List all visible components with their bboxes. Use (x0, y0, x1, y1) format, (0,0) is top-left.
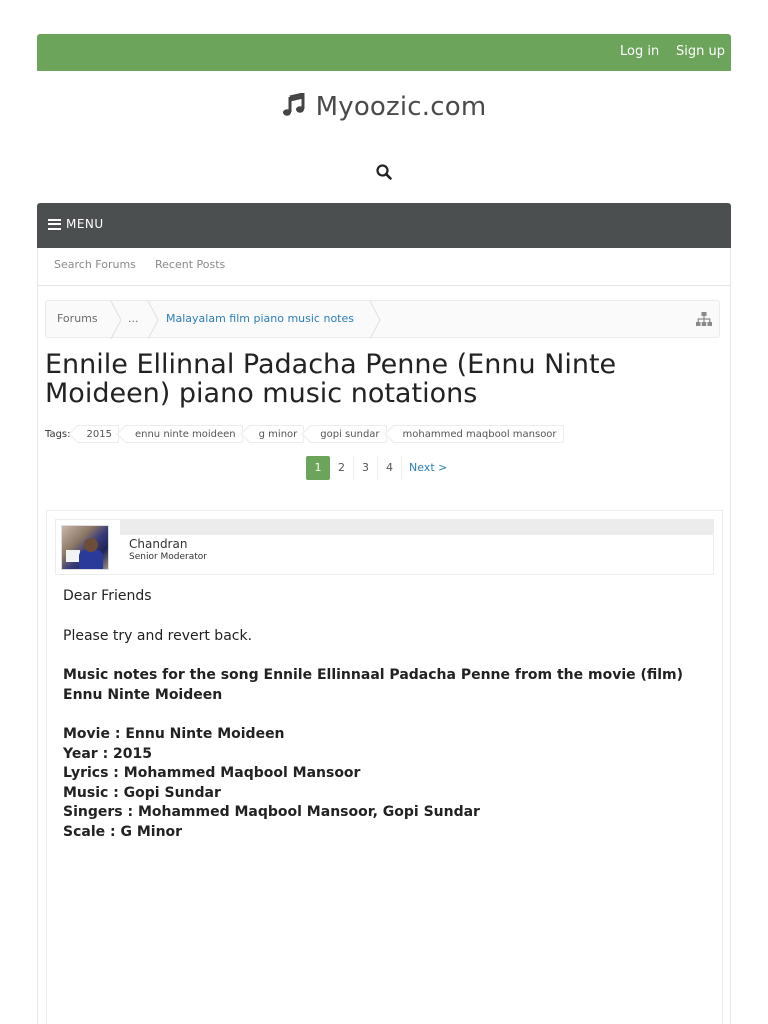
tag-list: Tags: 2015 ennu ninte moideen g minor go… (45, 424, 570, 444)
post-body: Dear Friends Please try and revert back.… (63, 587, 703, 842)
hamburger-icon (48, 218, 61, 230)
signup-link[interactable]: Sign up (676, 44, 725, 59)
breadcrumb-category[interactable]: Malayalam film piano music notes (166, 312, 354, 325)
next-page-link[interactable]: Next > (402, 456, 454, 480)
post: Chandran Senior Moderator Dear Friends P… (46, 510, 723, 1024)
post-header: Chandran Senior Moderator (55, 519, 714, 575)
detail-music: Music : Gopi Sundar (63, 784, 221, 801)
nav-bar: MENU (37, 203, 731, 248)
tag-item[interactable]: gopi sundar (310, 425, 387, 443)
song-details: Movie : Ennu Ninte Moideen Year : 2015 L… (63, 725, 703, 842)
detail-year: Year : 2015 (63, 745, 153, 762)
breadcrumb-ellipsis[interactable]: ... (128, 312, 139, 325)
tag-item[interactable]: g minor (248, 425, 305, 443)
breadcrumb: Forums ... Malayalam film piano music no… (45, 300, 720, 340)
recent-posts-link[interactable]: Recent Posts (155, 258, 225, 271)
detail-singers: Singers : Mohammed Maqbool Mansoor, Gopi… (63, 804, 480, 820)
pagination: 1 2 3 4 Next > (306, 456, 454, 480)
tag-item[interactable]: ennu ninte moideen (124, 425, 243, 443)
page-2-button[interactable]: 2 (330, 456, 354, 480)
detail-lyrics: Lyrics : Mohammed Maqbool Mansoor (63, 765, 361, 781)
top-bar: Log in Sign up (37, 34, 731, 71)
detail-movie: Movie : Ennu Ninte Moideen (63, 726, 285, 742)
post-headline: Music notes for the song Ennile Ellinnaa… (63, 667, 684, 703)
login-link[interactable]: Log in (620, 44, 659, 59)
sub-nav: Search Forums Recent Posts (37, 248, 731, 286)
site-name: Myoozic.com (315, 92, 487, 122)
detail-scale: Scale : G Minor (63, 823, 183, 840)
breadcrumb-separator-icon (369, 300, 381, 340)
page-1-button[interactable]: 1 (306, 456, 330, 480)
post-greeting: Dear Friends (63, 588, 152, 604)
post-line: Please try and revert back. (63, 627, 253, 644)
music-note-icon (282, 92, 306, 121)
breadcrumb-forums[interactable]: Forums (57, 312, 98, 325)
search-forums-link[interactable]: Search Forums (54, 258, 136, 271)
tags-label: Tags: (45, 428, 71, 440)
page-3-button[interactable]: 3 (354, 456, 378, 480)
page-4-button[interactable]: 4 (378, 456, 402, 480)
menu-button[interactable]: MENU (48, 217, 104, 231)
thread-title: Ennile Ellinnal Padacha Penne (Ennu Nint… (45, 349, 617, 409)
breadcrumb-separator-icon (147, 300, 159, 340)
post-author[interactable]: Chandran (129, 537, 187, 551)
site-logo[interactable]: Myoozic.com (0, 92, 768, 128)
sitemap-icon[interactable] (695, 311, 713, 327)
avatar[interactable] (61, 525, 109, 570)
search-icon[interactable] (375, 163, 393, 181)
author-role: Senior Moderator (129, 552, 207, 562)
tag-item[interactable]: 2015 (76, 425, 119, 443)
breadcrumb-separator-icon (110, 300, 122, 340)
menu-label: MENU (66, 217, 104, 231)
tag-item[interactable]: mohammed maqbool mansoor (392, 425, 564, 443)
